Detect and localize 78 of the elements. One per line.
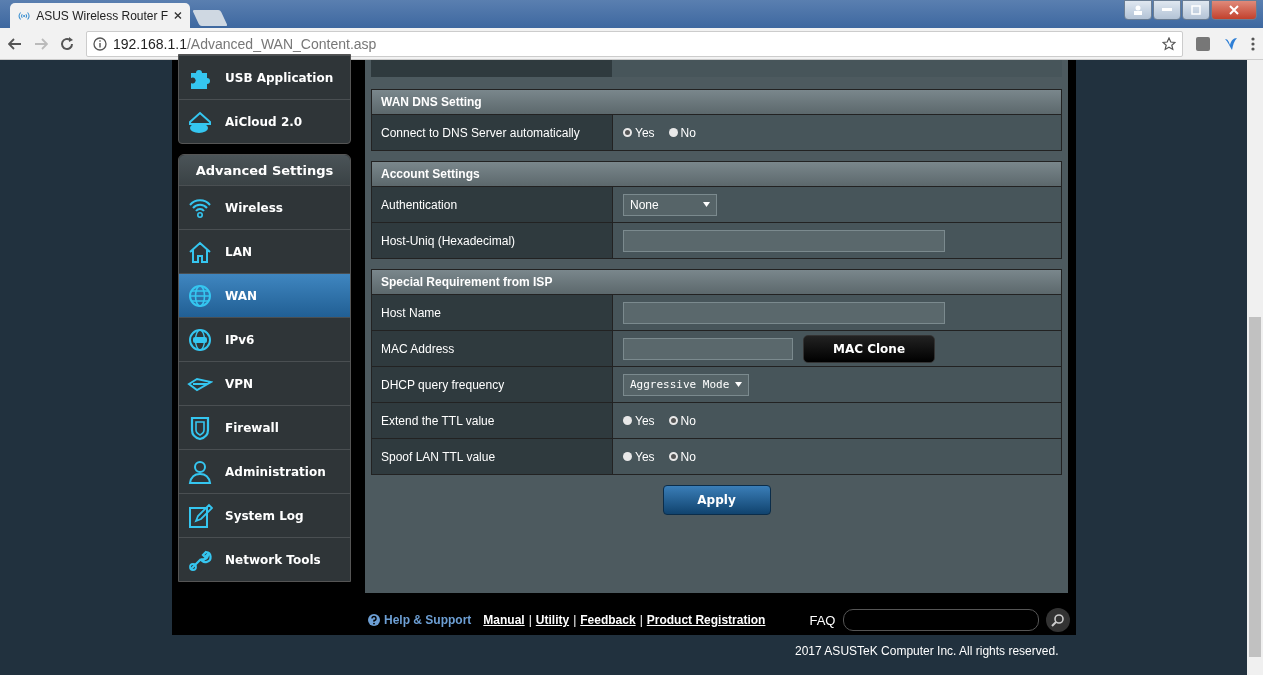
info-icon <box>93 36 107 51</box>
field-label: Host-Uniq (Hexadecimal) <box>372 223 613 258</box>
radio-option[interactable]: No <box>668 413 696 428</box>
tab-title: ASUS Wireless Router F <box>36 8 169 23</box>
menu-item[interactable]: Firewall <box>179 405 350 449</box>
menu-item[interactable]: WAN <box>179 273 350 317</box>
menu-item[interactable]: System Log <box>179 493 350 537</box>
section-title: Advanced Settings <box>179 155 350 185</box>
menu-icon[interactable] <box>1251 35 1255 52</box>
field-label: Spoof LAN TTL value <box>372 439 613 474</box>
wireless-icon <box>18 10 31 21</box>
copyright-text: 2017 ASUSTeK Computer Inc. All rights reserved. <box>795 644 1059 658</box>
separator: | <box>639 613 643 627</box>
authentication-dropdown[interactable]: None <box>623 193 717 216</box>
field-label: Connect to DNS Server automatically <box>372 115 613 150</box>
caret-icon <box>703 202 710 207</box>
frequency-dropdown[interactable]: Aggressive Mode <box>623 373 750 396</box>
footer-link[interactable]: Product Registration <box>646 613 766 627</box>
scrollbar[interactable] <box>1247 60 1263 675</box>
radio-option[interactable]: Yes <box>623 449 655 464</box>
caret-icon <box>735 382 743 387</box>
url-text: 192.168.1.1/Advanced_WAN_Content.asp <box>113 35 377 52</box>
extension-icon[interactable] <box>1195 35 1211 52</box>
close-button[interactable] <box>1211 0 1257 20</box>
close-icon[interactable] <box>174 11 182 20</box>
mac-clone-button[interactable]: MAC Clone <box>803 334 935 363</box>
search-button[interactable] <box>1046 608 1071 632</box>
section-header: Account Settings <box>372 162 1061 186</box>
globe-icon <box>187 282 213 309</box>
address-bar[interactable]: 192.168.1.1/Advanced_WAN_Content.asp <box>86 30 1183 57</box>
apply-button[interactable]: Apply <box>662 485 771 515</box>
new-tab-button[interactable] <box>192 10 228 26</box>
person-icon <box>1133 5 1143 15</box>
field-label: Extend the TTL value <box>372 403 613 438</box>
input-field[interactable] <box>623 301 945 324</box>
footer-link[interactable]: Utility <box>535 613 570 627</box>
close-icon <box>1229 5 1239 15</box>
separator: | <box>528 613 532 627</box>
minimize-icon <box>1162 8 1172 12</box>
help-link[interactable]: Help & Support <box>368 613 472 627</box>
menu-item[interactable]: IPv6 <box>179 317 350 361</box>
minimize-button[interactable] <box>1153 0 1181 20</box>
faq-label: FAQ <box>809 612 836 628</box>
menu-item[interactable]: VPN <box>179 361 350 405</box>
section-header: Special Requirement from ISP <box>372 270 1061 294</box>
field-label: MAC Address <box>372 331 613 366</box>
radio-option[interactable]: Yes <box>623 413 655 428</box>
field-label: Host Name <box>372 295 613 330</box>
faq-search-field[interactable] <box>843 609 1040 631</box>
radio-option[interactable]: Yes <box>623 125 655 140</box>
browser-tab[interactable]: ASUS Wireless Router F <box>10 3 190 28</box>
field-label: DHCP query frequency <box>372 367 613 402</box>
maximize-button[interactable] <box>1182 0 1210 20</box>
menu-item[interactable]: Network Tools <box>179 537 350 581</box>
input-field[interactable] <box>623 337 793 360</box>
globe-icon <box>187 326 213 353</box>
radio-option[interactable]: No <box>668 125 696 140</box>
back-arrow-icon[interactable] <box>8 37 22 50</box>
star-icon[interactable] <box>1162 36 1176 51</box>
menu-item[interactable]: Wireless <box>179 185 350 229</box>
footer-link[interactable]: Feedback <box>580 613 636 627</box>
menu-item[interactable]: USB Application <box>179 55 350 99</box>
maximize-icon <box>1191 5 1201 15</box>
radio-option[interactable]: No <box>668 449 696 464</box>
input-field[interactable] <box>623 229 945 252</box>
section-header: WAN DNS Setting <box>372 90 1061 114</box>
menu-item[interactable]: AiCloud 2.0 <box>179 99 350 143</box>
extension-icon[interactable] <box>1223 35 1239 52</box>
field-label: Authentication <box>372 187 613 222</box>
question-icon <box>368 614 380 626</box>
reload-icon[interactable] <box>60 36 74 51</box>
user-button[interactable] <box>1124 0 1152 20</box>
separator: | <box>573 613 577 627</box>
menu-item[interactable]: Administration <box>179 449 350 493</box>
search-icon <box>1051 613 1066 627</box>
pencil-icon <box>187 502 213 529</box>
footer-link[interactable]: Manual <box>483 613 525 627</box>
person-icon <box>187 458 213 485</box>
